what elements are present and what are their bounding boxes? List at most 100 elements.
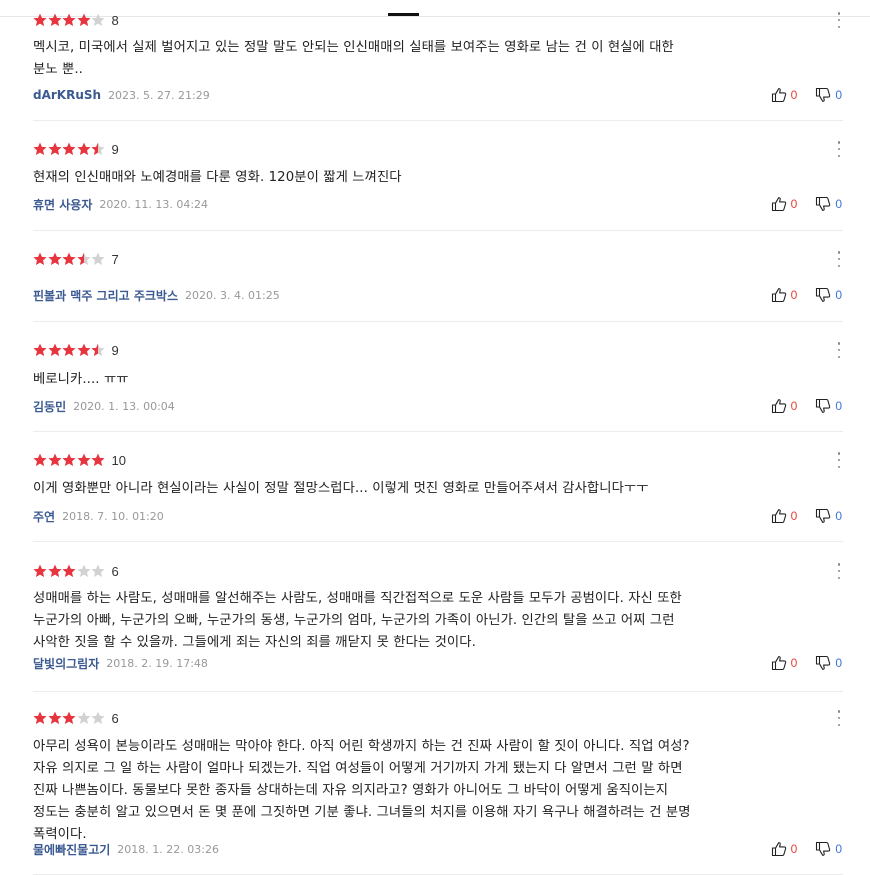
star-icon: [91, 711, 105, 725]
star-icon: [48, 564, 62, 578]
star-icon: [62, 564, 76, 578]
more-options-icon[interactable]: [833, 710, 845, 726]
author-name[interactable]: 김동민: [33, 398, 66, 415]
star-icon: [62, 13, 76, 27]
dislike-button[interactable]: 0: [815, 398, 842, 414]
star-icon: [77, 13, 91, 27]
star-icon: [48, 252, 62, 266]
thumbs-up-icon: [771, 841, 787, 857]
star-icon: [48, 142, 62, 156]
rating-row: 9: [33, 340, 119, 360]
like-count: 0: [790, 88, 798, 102]
rating-score: 6: [111, 563, 119, 579]
dislike-button[interactable]: 0: [815, 508, 842, 524]
dislike-button[interactable]: 0: [815, 655, 842, 671]
rating-score: 8: [111, 12, 119, 28]
review-date: 2018. 2. 19. 17:48: [106, 656, 208, 670]
star-icon: [33, 252, 47, 266]
review-actions: 0 0: [771, 840, 842, 858]
review-item: 10 이게 영화뿐만 아니라 현실이라는 사실이 정말 절망스럽다... 이렇게 …: [33, 432, 843, 542]
star-icon: [33, 564, 47, 578]
thumbs-up-icon: [771, 398, 787, 414]
review-date: 2020. 11. 13. 04:24: [99, 197, 209, 211]
like-button[interactable]: 0: [771, 655, 798, 671]
thumbs-up-icon: [771, 287, 787, 303]
dislike-count: 0: [835, 197, 842, 211]
review-date: 2020. 1. 13. 00:04: [73, 399, 175, 413]
star-icon: [77, 252, 91, 266]
star-icon: [33, 711, 47, 725]
thumbs-up-icon: [771, 655, 787, 671]
like-button[interactable]: 0: [771, 87, 798, 103]
review-actions: 0 0: [771, 654, 842, 672]
author-name[interactable]: dArKRuSh: [33, 88, 101, 102]
star-icon: [62, 252, 76, 266]
author-name[interactable]: 핀볼과 맥주 그리고 주크박스: [33, 287, 178, 304]
like-button[interactable]: 0: [771, 287, 797, 303]
review-text: 현재의 인신매매와 노예경매를 다룬 영화. 120분이 짧게 느껴진다: [33, 170, 402, 185]
thumbs-down-icon: [815, 508, 831, 524]
review-actions: 0 0: [771, 86, 842, 104]
star-rating: [33, 252, 106, 266]
review-date: 2018. 1. 22. 03:26: [117, 842, 219, 856]
author-name[interactable]: 주연: [33, 508, 55, 525]
dislike-button[interactable]: 0: [815, 841, 842, 857]
rating-score: 10: [111, 452, 126, 468]
rating-row: 6: [33, 708, 119, 728]
more-options-icon[interactable]: [833, 452, 845, 468]
star-icon: [33, 453, 47, 467]
thumbs-down-icon: [815, 655, 831, 671]
star-icon: [77, 453, 91, 467]
star-rating: [33, 564, 106, 578]
review-meta: 물에빠진물고기 2018. 1. 22. 03:26: [33, 840, 219, 858]
thumbs-up-icon: [771, 196, 787, 212]
star-icon: [91, 142, 105, 156]
like-count: 0: [790, 842, 798, 856]
review-meta: 주연 2018. 7. 10. 01:20: [33, 507, 164, 525]
thumbs-down-icon: [815, 398, 831, 414]
review-item: 6 성매매를 하는 사람도, 성매매를 알선해주는 사람도, 성매매를 직간접적으…: [33, 542, 843, 692]
like-button[interactable]: 0: [771, 398, 798, 414]
author-name[interactable]: 물에빠진물고기: [33, 841, 110, 858]
dislike-count: 0: [835, 288, 842, 302]
review-item: 9 베로니카.... ㅠㅠ 김동민 2020. 1. 13. 00:04 0 0: [33, 322, 843, 432]
more-options-icon[interactable]: [833, 141, 845, 157]
star-icon: [91, 453, 105, 467]
star-icon: [91, 252, 105, 266]
star-icon: [48, 453, 62, 467]
star-icon: [62, 711, 76, 725]
star-icon: [62, 453, 76, 467]
dislike-button[interactable]: 0: [815, 196, 842, 212]
more-options-icon[interactable]: [833, 12, 845, 28]
author-name[interactable]: 휴면 사용자: [33, 196, 92, 213]
star-icon: [33, 13, 47, 27]
star-rating: [33, 711, 106, 725]
like-count: 0: [790, 399, 798, 413]
dislike-button[interactable]: 0: [815, 287, 842, 303]
author-name[interactable]: 달빛의그림자: [33, 655, 99, 672]
star-icon: [33, 343, 47, 357]
more-options-icon[interactable]: [833, 342, 845, 358]
star-icon: [33, 142, 47, 156]
like-button[interactable]: 0: [771, 508, 797, 524]
like-button[interactable]: 0: [771, 841, 798, 857]
review-item: 9 현재의 인신매매와 노예경매를 다룬 영화. 120분이 짧게 느껴진다휴면 …: [33, 121, 843, 231]
star-icon: [91, 13, 105, 27]
star-icon: [77, 343, 91, 357]
like-button[interactable]: 0: [771, 196, 797, 212]
review-item: 6 아무리 성욕이 본능이라도 성매매는 막아야 한다. 아직 어린 학생까지 하…: [33, 692, 843, 875]
like-count: 0: [790, 656, 798, 670]
dislike-count: 0: [835, 842, 842, 856]
thumbs-down-icon: [815, 841, 831, 857]
more-options-icon[interactable]: [833, 563, 845, 579]
thumbs-down-icon: [815, 287, 831, 303]
rating-score: 9: [111, 342, 119, 358]
rating-row: 10: [33, 450, 126, 470]
dislike-button[interactable]: 0: [815, 87, 842, 103]
rating-row: 9: [33, 139, 119, 159]
review-date: 2023. 5. 27. 21:29: [108, 88, 210, 102]
review-date: 2020. 3. 4. 01:25: [185, 288, 280, 302]
dislike-count: 0: [835, 88, 842, 102]
star-rating: [33, 453, 106, 467]
more-options-icon[interactable]: [833, 251, 845, 267]
